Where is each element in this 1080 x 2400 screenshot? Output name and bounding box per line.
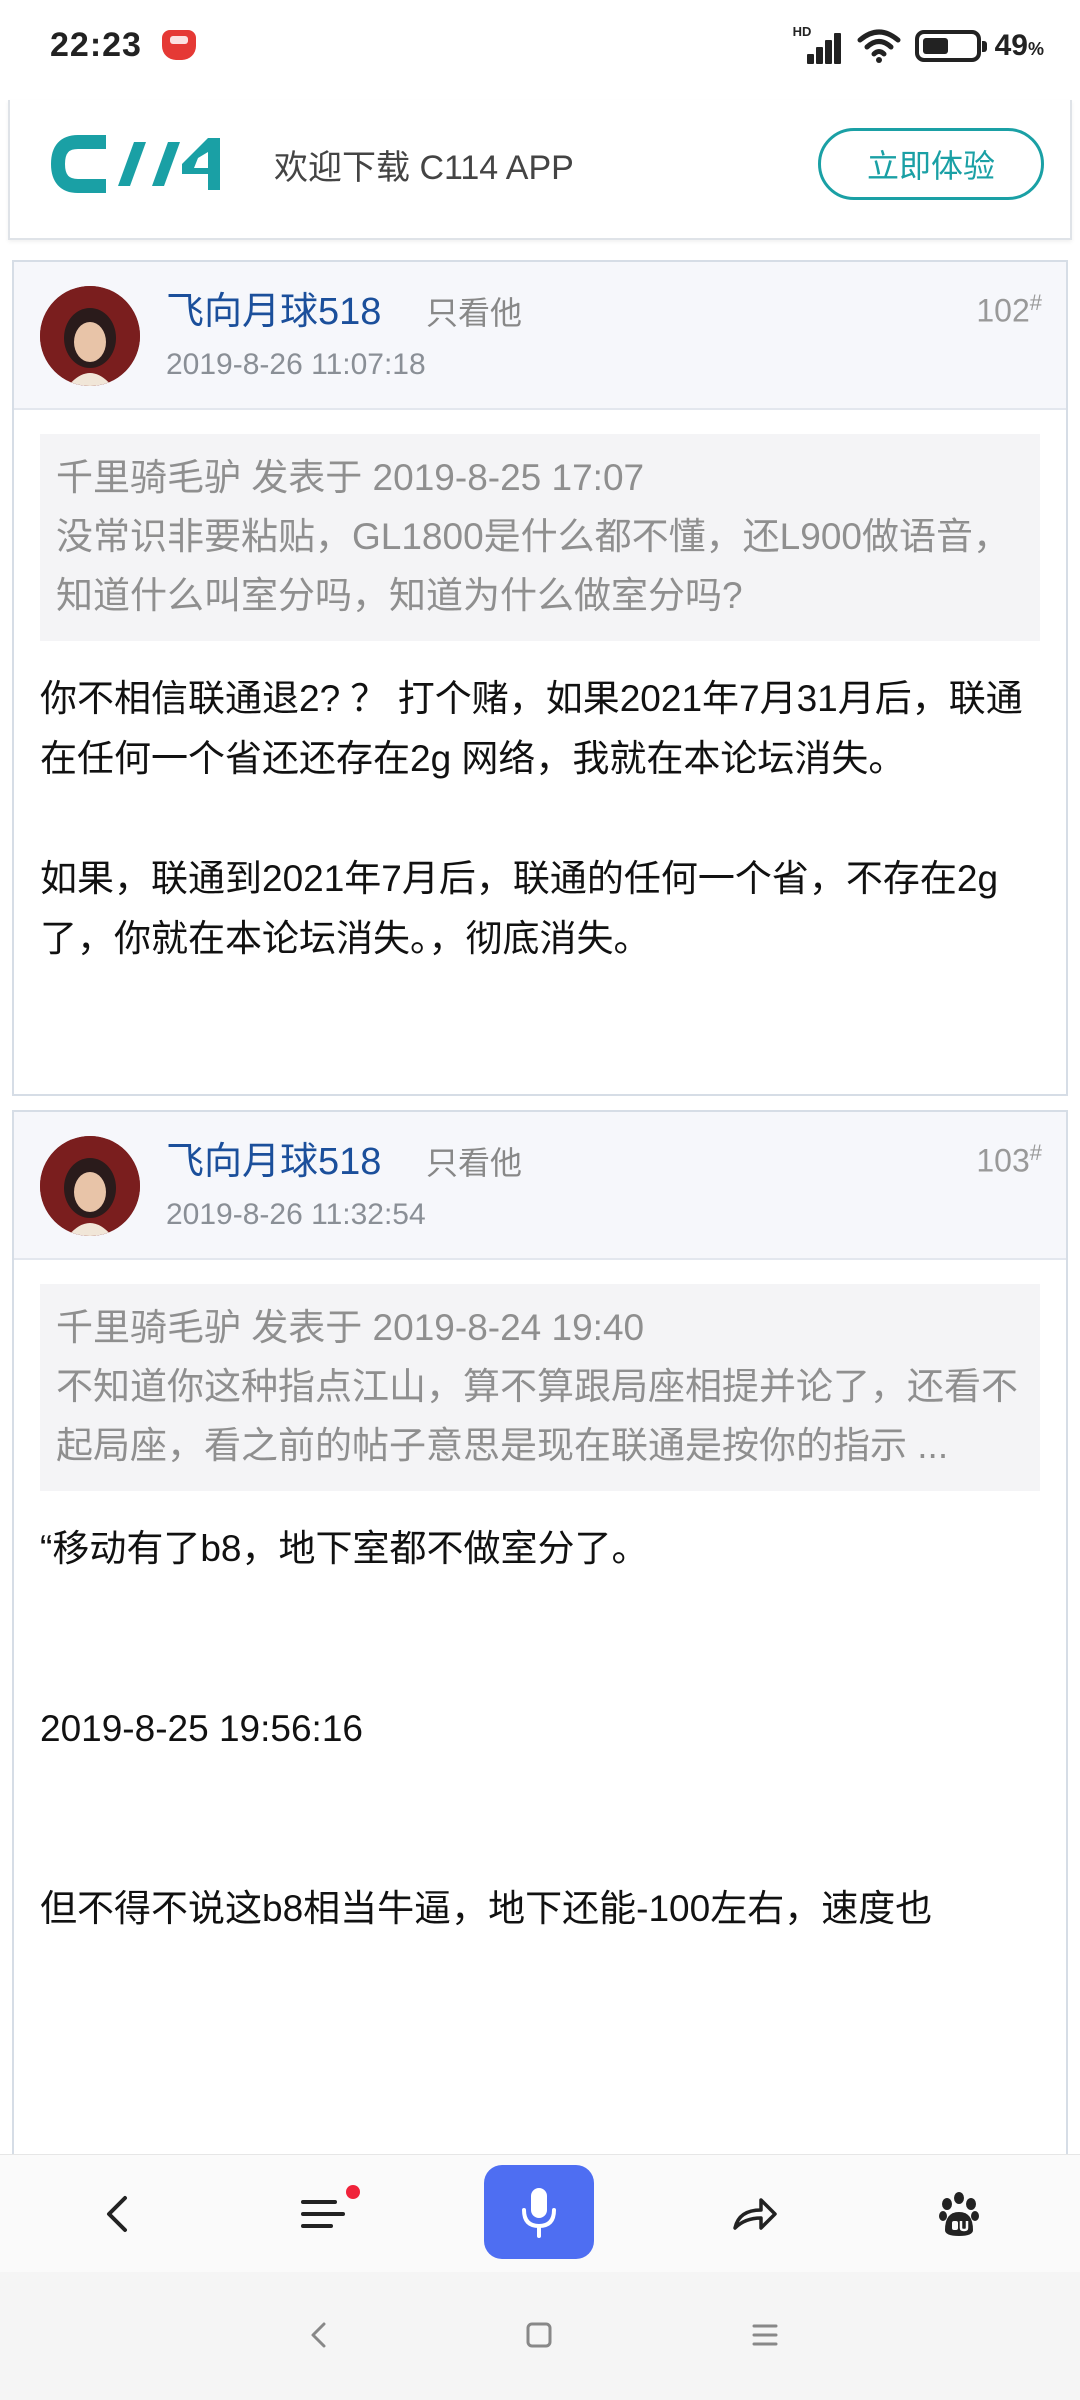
back-icon[interactable] [86, 2181, 152, 2247]
quote-body: 没常识非要粘贴，GL1800是什么都不懂，还L900做语音，知道什么叫室分吗，知… [56, 516, 1010, 616]
share-icon[interactable] [722, 2181, 788, 2247]
baidu-paw-icon[interactable] [926, 2181, 992, 2247]
forum-post: 飞向月球518 只看他 2019-8-26 11:32:54 103# 千里骑毛… [12, 1110, 1068, 2270]
floor-number: 102# [976, 290, 1042, 329]
post-header: 飞向月球518 只看他 2019-8-26 11:32:54 103# [14, 1112, 1066, 1260]
c114-logo[interactable] [48, 128, 234, 200]
status-bar: 22:23 HD 49% [0, 0, 1080, 98]
app-download-banner: 欢迎下载 C114 APP 立即体验 [8, 100, 1072, 240]
forum-post: 飞向月球518 只看他 2019-8-26 11:07:18 102# 千里骑毛… [12, 260, 1068, 1096]
wifi-icon [857, 29, 901, 63]
network-label: HD [792, 24, 812, 39]
user-avatar[interactable] [40, 1136, 140, 1236]
post-paragraph: 2019-8-25 19:56:16 [40, 1708, 363, 1749]
post-body: “移动有了b8，地下室都不做室分了。 2019-8-25 19:56:16 但不… [14, 1491, 1066, 1967]
quoted-reply: 千里骑毛驴 发表于 2019-8-24 19:40 不知道你这种指点江山，算不算… [40, 1284, 1040, 1491]
floor-number: 103# [976, 1140, 1042, 1179]
quote-header: 千里骑毛驴 发表于 2019-8-24 19:40 [56, 1307, 645, 1348]
status-time: 22:23 [50, 26, 142, 64]
quoted-reply: 千里骑毛驴 发表于 2019-8-25 17:07 没常识非要粘贴，GL1800… [40, 434, 1040, 641]
username-link[interactable]: 飞向月球518 [166, 280, 381, 335]
only-view-him-link[interactable]: 只看他 [426, 288, 522, 334]
username-link[interactable]: 飞向月球518 [166, 1130, 381, 1185]
battery-icon [914, 30, 987, 62]
system-back-icon[interactable] [296, 2312, 342, 2358]
quote-body: 不知道你这种指点江山，算不算跟局座相提并论了，还看不起局座，看之前的帖子意思是现… [56, 1366, 1018, 1466]
post-paragraph: 你不相信联通退2? ？ 打个赌，如果2021年7月31月后，联通在任何一个省还还… [40, 678, 1023, 779]
try-now-button[interactable]: 立即体验 [818, 128, 1044, 200]
microphone-button[interactable] [484, 2165, 594, 2259]
post-date: 2019-8-26 11:07:18 [166, 348, 426, 381]
post-paragraph: “移动有了b8，地下室都不做室分了。 [40, 1528, 649, 1569]
only-view-him-link[interactable]: 只看他 [426, 1138, 522, 1184]
post-header: 飞向月球518 只看他 2019-8-26 11:07:18 102# [14, 262, 1066, 410]
system-nav-bar [0, 2272, 1080, 2400]
banner-text: 欢迎下载 C114 APP [274, 149, 574, 187]
notification-badge [346, 2185, 360, 2199]
microphone-icon [522, 2188, 556, 2238]
user-avatar[interactable] [40, 286, 140, 386]
post-paragraph: 但不得不说这b8相当牛逼，地下还能-100左右，速度也 [40, 1888, 933, 1929]
notification-app-icon-mark [170, 36, 188, 44]
system-recents-icon[interactable] [742, 2312, 788, 2358]
cellular-signal-icon: HD [793, 24, 843, 64]
post-paragraph: 如果，联通到2021年7月后，联通的任何一个省，不存在2g了，你就在本论坛消失。… [40, 858, 999, 959]
battery-percent: 49% [994, 29, 1044, 62]
post-body: 你不相信联通退2? ？ 打个赌，如果2021年7月31月后，联通在任何一个省还还… [14, 641, 1066, 997]
notification-app-icon [162, 30, 196, 60]
browser-bottom-nav [0, 2154, 1080, 2272]
system-home-icon[interactable] [516, 2312, 562, 2358]
quote-header: 千里骑毛驴 发表于 2019-8-25 17:07 [56, 457, 645, 498]
post-date: 2019-8-26 11:32:54 [166, 1198, 426, 1231]
